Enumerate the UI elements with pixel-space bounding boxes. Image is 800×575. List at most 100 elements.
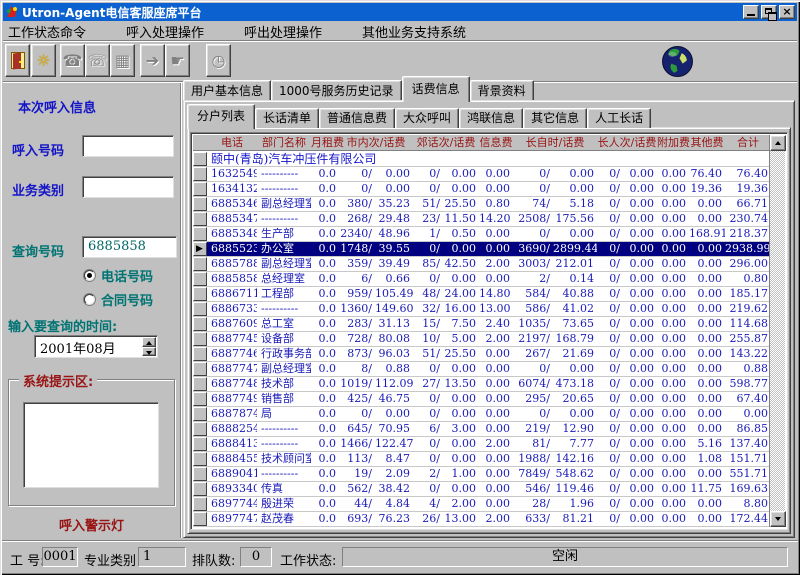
cell-info-fee: 0.00: [479, 482, 513, 496]
table-row[interactable]: 6887747副总经理室0.08/0.880/0.000.000/0.000/0…: [193, 362, 769, 377]
ready-button[interactable]: ☼: [31, 44, 56, 77]
cell-other-fee: 0.00: [689, 257, 725, 271]
table-row[interactable]: 6887749销售部0.0425/46.750/0.000.00295/20.6…: [193, 392, 769, 407]
table-row[interactable]: 6885346副总经理室0.0380/35.2351/25.500.8074/5…: [193, 197, 769, 212]
table-row[interactable]: 6885788副总经理室0.0359/39.4985/42.502.003003…: [193, 257, 769, 272]
tab-sub-5[interactable]: 其它信息: [523, 108, 587, 128]
cell-phone: 6888413: [207, 437, 257, 451]
table-row[interactable]: ▶6885523办公室0.01748/39.550/0.000.003690/2…: [193, 242, 769, 257]
radio-contract-number[interactable]: 合同号码: [84, 290, 153, 309]
table-row[interactable]: 6886711工程部0.0959/105.4948/24.0014.80584/…: [193, 287, 769, 302]
spin-down-button[interactable]: [142, 347, 156, 356]
table-row[interactable]: 6885347----------0.0268/29.4823/11.5014.…: [193, 212, 769, 227]
cell-ld-manual-fee: 0.00: [623, 422, 657, 436]
cell-info-fee: 14.80: [479, 287, 513, 301]
menu-item-2[interactable]: 呼出处理操作: [239, 21, 327, 42]
cell-other-fee: 0.00: [689, 392, 725, 406]
table-row[interactable]: 6887746行政事务部0.0873/96.0351/25.500.00267/…: [193, 347, 769, 362]
table-row[interactable]: 6887609总工室0.0283/31.1315/7.502.401035/73…: [193, 317, 769, 332]
menu-item-1[interactable]: 呼入处理操作: [121, 21, 209, 42]
table-row[interactable]: 1634132----------0.00/0.000/0.000.000/0.…: [193, 182, 769, 197]
cell-local-fee: 80.08: [375, 332, 413, 346]
table-row[interactable]: 6885348生产部0.02340/48.961/0.500.000/0.000…: [193, 227, 769, 242]
cell-ld-manual-calls: 0/: [597, 422, 623, 436]
tab-main-2[interactable]: 话费信息: [402, 76, 470, 102]
table-row[interactable]: 6893340传真0.0562/38.420/0.000.00546/119.4…: [193, 482, 769, 497]
cell-ld-manual-fee: 0.00: [623, 212, 657, 226]
table-row[interactable]: 6897744殷进荣0.044/4.844/2.000.0028/1.960/0…: [193, 497, 769, 512]
table-row[interactable]: 6889041----------0.019/2.092/1.000.00784…: [193, 467, 769, 482]
cell-ld-manual-calls: 0/: [597, 302, 623, 316]
company-row[interactable]: 颐中(青岛)汽车冲压件有限公司: [193, 152, 769, 167]
tab-sub-2[interactable]: 普通信息费: [319, 108, 395, 128]
vertical-scrollbar[interactable]: [769, 135, 785, 527]
exit-button[interactable]: [5, 44, 30, 77]
table-row[interactable]: 6897747赵茂春0.0693/76.2326/13.002.00633/81…: [193, 512, 769, 527]
call-info-heading: 本次呼入信息: [18, 97, 96, 116]
tab-sub-4[interactable]: 鸿联信息: [459, 108, 523, 128]
transfer-button[interactable]: ☛: [165, 44, 190, 77]
cell-ld-auto-fee: 0.00: [553, 227, 597, 241]
cell-ld-manual-fee: 0.00: [623, 182, 657, 196]
cell-info-fee: 0.80: [479, 197, 513, 211]
scroll-up-button[interactable]: [770, 135, 786, 151]
table-row[interactable]: 6888254----------0.0645/70.956/3.000.002…: [193, 422, 769, 437]
row-indicator: ▶: [193, 242, 207, 256]
radio-phone-number[interactable]: 电话号码: [84, 266, 153, 285]
tab-main-0[interactable]: 用户基本信息: [183, 80, 271, 101]
menu-item-0[interactable]: 工作状态命令: [3, 21, 91, 42]
row-indicator: [193, 227, 207, 241]
table-row[interactable]: 6887745设备部0.0728/80.0810/5.002.002197/16…: [193, 332, 769, 347]
close-button[interactable]: ×: [779, 5, 795, 19]
cell-phone: 6885346: [207, 197, 257, 211]
door-knob: [19, 61, 21, 63]
cell-phone: 6886711: [207, 287, 257, 301]
tab-main-1[interactable]: 1000号服务历史记录: [271, 80, 402, 101]
cell-local-fee: 2.09: [375, 467, 413, 481]
tab-sub-6[interactable]: 人工长话: [587, 108, 651, 128]
cell-other-fee: 19.36: [689, 182, 725, 196]
cell-other-fee: 11.75: [689, 482, 725, 496]
menu-item-3[interactable]: 其他业务支持系统: [357, 21, 471, 42]
forward-button[interactable]: ➔: [140, 44, 165, 77]
cell-ld-manual-calls: 0/: [597, 452, 623, 466]
tab-main-3[interactable]: 背景资料: [470, 80, 534, 101]
table-row[interactable]: 6886733----------0.01360/149.6032/16.001…: [193, 302, 769, 317]
spin-up-button[interactable]: [142, 337, 156, 347]
table-row[interactable]: 1632549----------0.00/0.000/0.000.000/0.…: [193, 167, 769, 182]
dial-button[interactable]: ◷: [206, 44, 231, 77]
cell-suburb-fee: 16.00: [443, 302, 479, 316]
cell-other-fee: 0.00: [689, 317, 725, 331]
cell-phone: 6885523: [207, 242, 257, 256]
table-row[interactable]: 6885858总经理室0.06/0.660/0.000.002/0.140/0.…: [193, 272, 769, 287]
hangup-button[interactable]: ☏: [85, 44, 110, 77]
answer-button[interactable]: ☎: [60, 44, 85, 77]
tab-sub-0[interactable]: 分户列表: [187, 104, 255, 129]
scroll-down-button[interactable]: [770, 511, 786, 527]
table-row[interactable]: 6887748技术部0.01019/112.0927/13.500.006074…: [193, 377, 769, 392]
cell-ld-auto-time: 1035/: [513, 317, 553, 331]
service-type-input[interactable]: [82, 176, 174, 198]
cell-local-calls: 113/: [339, 452, 375, 466]
caller-number-input[interactable]: [82, 135, 174, 157]
table-row[interactable]: 6888455技术顾问室0.0113/8.470/0.000.001988/14…: [193, 452, 769, 467]
sub-tabs: 分户列表长话清单普通信息费大众呼叫鸿联信息其它信息人工长话: [187, 103, 651, 128]
table-row[interactable]: 6887874局0.00/0.000/0.000.000/0.000/0.000…: [193, 407, 769, 422]
tab-sub-1[interactable]: 长话清单: [255, 108, 319, 128]
minimize-button[interactable]: [743, 5, 759, 19]
cell-ld-auto-time: 2/: [513, 272, 553, 286]
system-prompt-groupbox: 系统提示区:: [8, 379, 175, 506]
tab-sub-3[interactable]: 大众呼叫: [395, 108, 459, 128]
query-number-input[interactable]: 6885858: [82, 236, 177, 258]
cell-local-fee: 149.60: [375, 302, 413, 316]
keypad-button[interactable]: ▦: [110, 44, 135, 77]
table-row[interactable]: 6888413----------0.01466/122.470/0.002.0…: [193, 437, 769, 452]
cell-ld-auto-time: 7849/: [513, 467, 553, 481]
cell-suburb-calls: 0/: [413, 167, 443, 181]
restore-button[interactable]: [761, 5, 777, 19]
cell-ld-manual-calls: 0/: [597, 437, 623, 451]
cell-surcharge: 0.00: [657, 362, 689, 376]
cell-suburb-fee: 24.00: [443, 287, 479, 301]
query-month-input[interactable]: 2001年08月: [34, 335, 158, 358]
category-value: 1: [138, 547, 186, 567]
